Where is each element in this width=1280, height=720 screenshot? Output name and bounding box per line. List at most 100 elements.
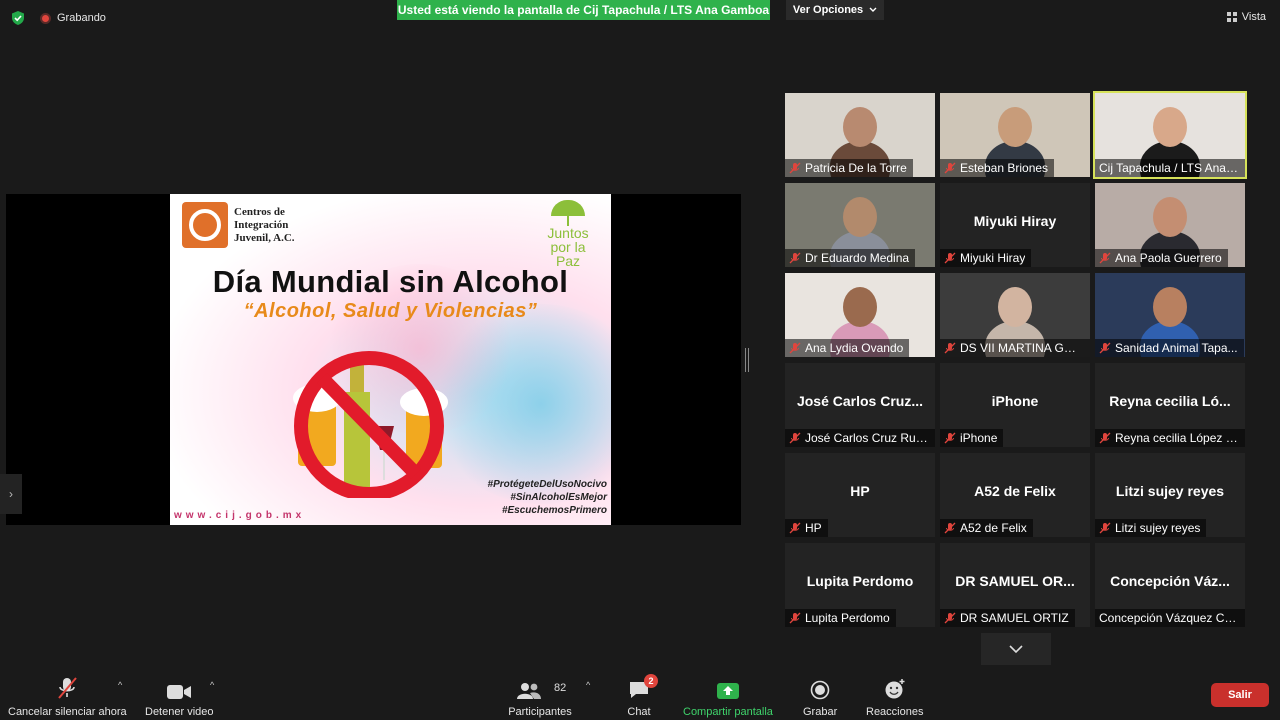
video-options-chevron-icon[interactable]: ^ [210,680,214,690]
reactions-button[interactable]: Reacciones [866,674,923,718]
cij-logo-text: Centros de Integración Juvenil, A.C. [234,206,295,245]
stop-video-button[interactable]: Detener video [145,674,214,718]
participant-name: José Carlos Cruz Ruiz... [805,431,929,445]
participant-name: Patricia De la Torre [805,161,907,175]
participants-icon [517,683,541,699]
participant-head [998,107,1032,147]
participant-name-display: DR SAMUEL OR... [955,573,1075,589]
unmute-button[interactable]: Cancelar silenciar ahora [8,674,127,718]
participant-tile[interactable]: Cij Tapachula / LTS Ana ... [1093,91,1247,179]
participant-name-label: Cij Tapachula / LTS Ana ... [1095,159,1245,177]
hashtag: #EscuchemosPrimero [501,505,607,516]
org-line: Integración [234,218,289,231]
chat-unread-badge: 2 [644,674,658,688]
participant-tile[interactable]: A52 de Felix A52 de Felix [940,453,1090,537]
recording-indicator[interactable]: Grabando [40,12,106,24]
participant-tile[interactable]: Esteban Briones [940,93,1090,177]
participant-head [843,197,877,237]
shared-screen[interactable]: Centros de Integración Juvenil, A.C. Jun… [6,194,741,525]
participant-name: Esteban Briones [960,161,1049,175]
participant-name: Lupita Perdomo [805,611,890,625]
participant-tile[interactable]: DS VII MARTINA GRA... [940,273,1090,357]
chevron-right-icon[interactable]: › [0,474,22,514]
microphone-muted-icon [789,252,801,264]
participant-tile[interactable]: DR SAMUEL OR... DR SAMUEL ORTIZ [940,543,1090,627]
participant-head [1153,197,1187,237]
participant-tile[interactable]: Litzi sujey reyes Litzi sujey reyes [1095,453,1245,537]
participant-tile[interactable]: Ana Lydia Ovando [785,273,935,357]
record-button[interactable]: Grabar [803,674,837,718]
participant-name-display: HP [850,483,870,499]
share-screen-button[interactable]: Compartir pantalla [683,674,773,718]
participant-name-display: Reyna cecilia Ló... [1109,393,1231,409]
slide-url: www.cij.gob.mx [174,510,306,521]
participant-name: HP [805,521,822,535]
microphone-muted-icon [789,522,801,534]
participant-name-display: A52 de Felix [974,483,1056,499]
gallery-next-page-button[interactable] [981,633,1051,665]
participants-label: Participantes [508,706,572,718]
participants-button[interactable]: 82 Participantes [508,674,572,718]
org-line: Centros de [234,205,285,218]
participant-tile[interactable]: Sanidad Animal Tapa... [1095,273,1245,357]
participant-tile[interactable]: Ana Paola Guerrero [1095,183,1245,267]
microphone-muted-icon [789,612,801,624]
chat-button[interactable]: 2 Chat [626,674,658,718]
record-label: Grabar [803,706,838,718]
microphone-muted-icon [789,342,801,354]
microphone-muted-icon [944,522,956,534]
chat-label: Chat [627,706,651,718]
participant-name-label: Ana Lydia Ovando [785,339,910,357]
participant-tile[interactable]: iPhone iPhone [940,363,1090,447]
view-button[interactable]: Vista [1226,11,1266,23]
sharing-banner: Usted está viendo la pantalla de Cij Tap… [397,0,770,20]
participant-tile[interactable]: Concepción Váz... Concepción Vázquez Cruz [1095,543,1245,627]
participant-gallery: Patricia De la Torre Esteban Briones Cij T… [785,91,1247,627]
participant-tile[interactable]: HP HP [785,453,935,537]
microphone-muted-icon [944,612,956,624]
microphone-muted-icon [789,432,801,444]
participant-name-label: Patricia De la Torre [785,159,913,177]
no-alcohol-icon [293,351,448,498]
participant-name-label: HP [785,519,828,537]
participants-count: 82 [554,682,567,694]
participant-tile[interactable]: Miyuki Hiray Miyuki Hiray [940,183,1090,267]
participant-name: A52 de Felix [960,521,1027,535]
view-label: Vista [1241,11,1266,23]
participants-options-chevron-icon[interactable]: ^ [586,680,590,690]
participant-name: DS VII MARTINA GRA... [960,341,1084,355]
juntos-line: Juntos [547,225,589,241]
grid-view-icon [1226,12,1237,22]
microphone-muted-icon [1099,522,1111,534]
split-resize-handle[interactable] [745,348,749,372]
participant-tile[interactable]: Reyna cecilia Ló... Reyna cecilia López c… [1095,363,1245,447]
microphone-muted-icon [944,252,956,264]
microphone-muted-icon [1099,342,1111,354]
participant-name-label: DR SAMUEL ORTIZ [940,609,1075,627]
participant-name-label: iPhone [940,429,1004,447]
participant-name-display: José Carlos Cruz... [796,393,924,409]
participant-name-label: Sanidad Animal Tapa... [1095,339,1244,357]
participant-head [998,287,1032,327]
chevron-down-icon [869,7,877,12]
participant-tile[interactable]: José Carlos Cruz... José Carlos Cruz Ruiz… [785,363,935,447]
audio-options-chevron-icon[interactable]: ^ [118,680,122,690]
participant-name: Sanidad Animal Tapa... [1115,341,1238,355]
microphone-muted-icon [789,162,801,174]
microphone-muted-icon [944,162,956,174]
participant-tile[interactable]: Lupita Perdomo Lupita Perdomo [785,543,935,627]
participant-tile[interactable]: Dr Eduardo Medina [785,183,935,267]
stop-video-label: Detener video [145,706,214,718]
record-dot-icon [40,12,51,24]
microphone-muted-icon [58,677,78,699]
participant-tile[interactable]: Patricia De la Torre [785,93,935,177]
participant-name-label: Concepción Vázquez Cruz [1095,609,1245,627]
video-camera-icon [167,685,192,699]
leave-meeting-button[interactable]: Salir [1211,683,1269,707]
slide-subtitle: “Alcohol, Salud y Violencias” [243,300,538,322]
participant-name: Ana Lydia Ovando [805,341,904,355]
slide-title: Día Mundial sin Alcohol [212,264,569,299]
chevron-down-icon [1009,645,1023,654]
shield-icon[interactable] [10,10,26,26]
view-options-button[interactable]: Ver Opciones [786,0,884,20]
